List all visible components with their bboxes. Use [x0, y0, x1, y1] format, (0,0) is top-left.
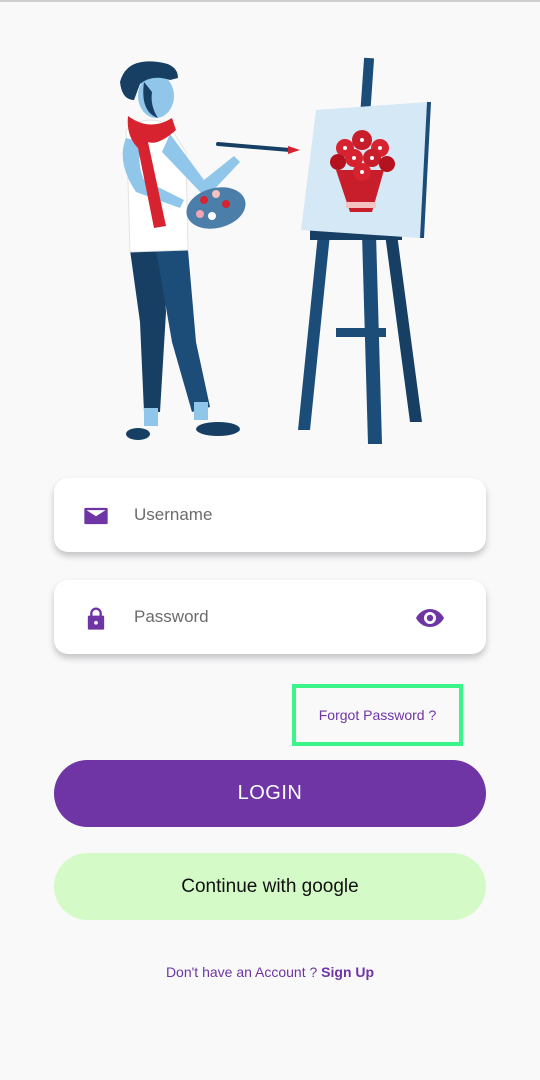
- continue-with-google-button[interactable]: Continue with google: [54, 853, 486, 920]
- forgot-password-link[interactable]: Forgot Password ?: [292, 684, 463, 746]
- login-button-label: LOGIN: [237, 782, 303, 804]
- forgot-password-label: Forgot Password ?: [318, 707, 437, 723]
- painter-illustration: [120, 57, 431, 444]
- password-field[interactable]: [54, 580, 486, 654]
- username-input[interactable]: [132, 496, 436, 534]
- canvas-painting: [301, 102, 431, 238]
- signup-prompt: Don't have an Account ? Sign Up: [0, 964, 540, 980]
- eye-icon[interactable]: [414, 606, 446, 630]
- signup-link[interactable]: Sign Up: [321, 964, 374, 980]
- mail-icon: [84, 507, 108, 525]
- painter: [120, 61, 300, 440]
- no-account-text: Don't have an Account ?: [165, 964, 322, 980]
- login-screen: Forgot Password ? LOGIN Continue with go…: [0, 0, 540, 1080]
- lock-icon: [87, 607, 105, 630]
- password-input[interactable]: [132, 598, 436, 636]
- google-button-label: Continue with google: [181, 875, 359, 897]
- login-button[interactable]: LOGIN: [54, 760, 486, 827]
- username-field[interactable]: [54, 478, 486, 552]
